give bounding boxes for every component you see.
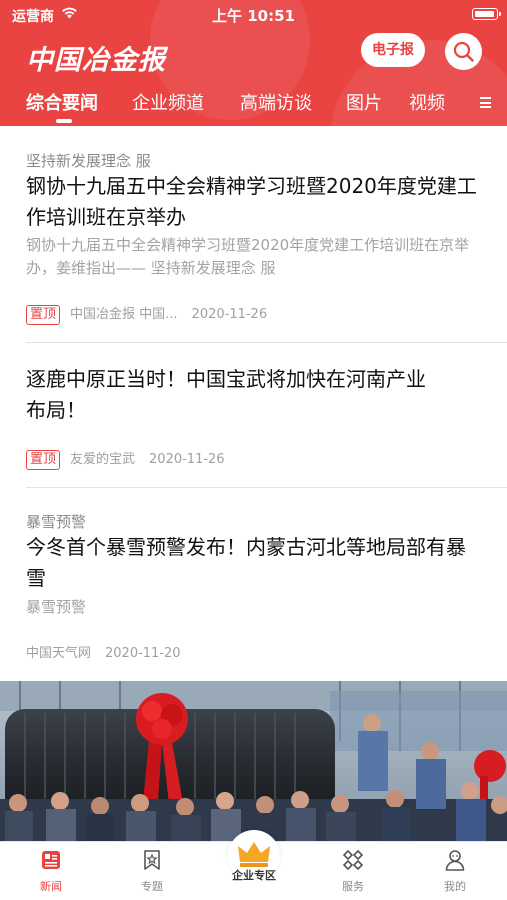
tab-interviews[interactable]: 高端访谈 — [240, 89, 312, 115]
article-title: 逐鹿中原正当时！中国宝武将加快在河南产业布局！ — [26, 367, 426, 422]
nav-label: 我的 — [444, 880, 466, 893]
divider — [26, 487, 507, 488]
search-icon — [453, 41, 474, 62]
article-meta: 中国天气网 2020-11-20 — [26, 642, 181, 661]
pinned-badge: 置顶 — [26, 450, 61, 470]
status-bar: 运营商 上午 10:51 — [0, 0, 507, 30]
battery-icon — [472, 8, 501, 20]
app-logo: 中国冶金报 — [26, 45, 166, 76]
nav-services[interactable]: 服务 — [313, 842, 393, 900]
article-date: 2020-11-20 — [105, 646, 181, 661]
service-grid-icon — [342, 849, 364, 871]
divider — [26, 342, 507, 343]
article-title: 今冬首个暴雪预警发布！内蒙古河北等地局部有暴雪 — [26, 535, 466, 590]
nav-news[interactable]: 新闻 — [11, 842, 91, 900]
article-source: 中国天气网 — [26, 646, 92, 661]
article-kicker: 暴雪预警 — [26, 513, 87, 531]
nav-enterprise-zone[interactable]: 企业专区 — [222, 830, 286, 900]
epaper-button[interactable]: 电子报 — [361, 33, 425, 67]
nav-profile[interactable]: 我的 — [415, 842, 495, 900]
tab-videos[interactable]: 视频 — [409, 89, 445, 115]
nav-label: 服务 — [342, 880, 364, 893]
article-source: 友爱的宝武 — [70, 452, 136, 467]
clock: 上午 10:51 — [212, 7, 295, 25]
article-date: 2020-11-26 — [191, 307, 268, 322]
crown-icon — [238, 842, 270, 867]
nav-label: 专题 — [141, 880, 163, 893]
channel-menu-icon[interactable] — [480, 97, 492, 109]
nav-label: 企业专区 — [232, 869, 276, 882]
feature-photo[interactable] — [0, 681, 507, 841]
app-header: 运营商 上午 10:51 中国冶金报 电子报 综合要闻 企业频道 高端访谈 图片… — [0, 0, 507, 126]
tab-headlines[interactable]: 综合要闻 — [26, 89, 98, 115]
profile-icon — [445, 850, 465, 871]
topic-icon — [144, 850, 160, 870]
article-kicker: 坚持新发展理念 服 — [26, 152, 151, 170]
pinned-badge: 置顶 — [26, 305, 61, 325]
nav-topics[interactable]: 专题 — [112, 842, 192, 900]
article-title: 钢协十九届五中全会精神学习班暨2020年度党建工作培训班在京举办 — [26, 174, 477, 229]
bottom-nav: 新闻 专题 企业专区 服务 我的 — [0, 830, 507, 900]
channel-tabs: 综合要闻 企业频道 高端访谈 图片 视频 — [0, 89, 507, 126]
search-button[interactable] — [445, 33, 482, 70]
article-meta: 置顶 中国冶金报 中国... 2020-11-26 — [26, 303, 267, 325]
tab-pictures[interactable]: 图片 — [346, 89, 382, 115]
article-summary: 钢协十九届五中全会精神学习班暨2020年度党建工作培训班在京举办，姜维指出—— … — [26, 236, 470, 277]
article-meta: 置顶 友爱的宝武 2020-11-26 — [26, 448, 225, 470]
article-date: 2020-11-26 — [149, 452, 225, 467]
news-icon — [42, 851, 60, 869]
nav-label: 新闻 — [40, 880, 62, 893]
tab-enterprise[interactable]: 企业频道 — [132, 89, 204, 115]
active-tab-indicator — [56, 119, 72, 123]
article-summary: 暴雪预警 — [26, 598, 87, 616]
article-source: 中国冶金报 中国... — [70, 307, 178, 322]
ceremony-photo — [0, 681, 507, 841]
